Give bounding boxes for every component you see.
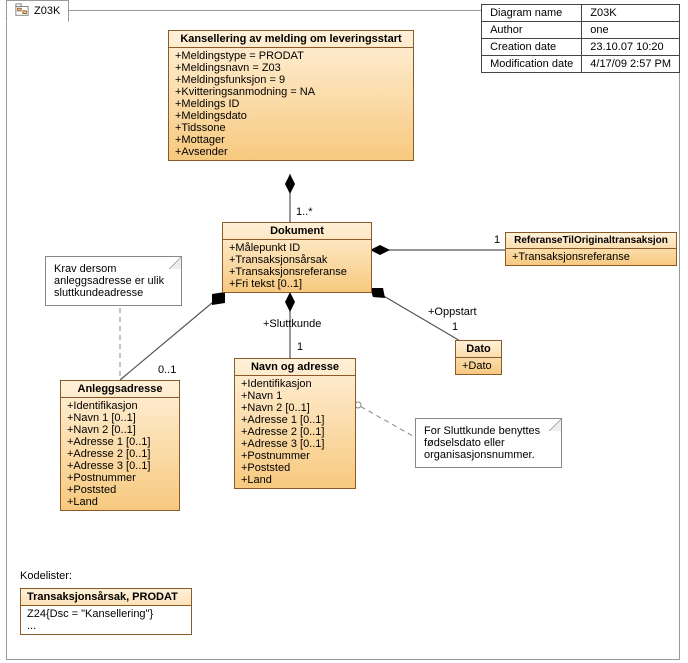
note-body: Krav dersom anleggsadresse er ulik slutt… xyxy=(46,257,181,305)
attr: +Navn 2 [0..1] xyxy=(67,424,173,436)
attr: +Fri tekst [0..1] xyxy=(229,278,365,290)
attr: +Adresse 3 [0..1] xyxy=(67,460,173,472)
meta-key: Creation date xyxy=(482,39,582,56)
attr: +Identifikasjon xyxy=(67,400,173,412)
meta-key: Modification date xyxy=(482,56,582,73)
note-fold-icon xyxy=(549,419,561,431)
diagram-tab: Z03K xyxy=(6,0,69,22)
attr: +Adresse 2 [0..1] xyxy=(241,426,349,438)
note-line: fødselsdato eller xyxy=(424,437,551,449)
attr: +Meldingsfunksjon = 9 xyxy=(175,74,407,86)
note-krav[interactable]: Krav dersom anleggsadresse er ulik slutt… xyxy=(45,256,182,306)
attr: +Adresse 1 [0..1] xyxy=(67,436,173,448)
class-title: Navn og adresse xyxy=(235,359,355,376)
kodelist-title: Transaksjonsårsak, PRODAT xyxy=(21,589,191,606)
class-title: ReferanseTilOriginaltransaksjon xyxy=(506,233,676,249)
attr: +Målepunkt ID xyxy=(229,242,365,254)
attr: +Transaksjonsreferanse xyxy=(512,251,670,263)
note-line: For Sluttkunde benyttes xyxy=(424,425,551,437)
multiplicity: 1 xyxy=(452,321,458,333)
attr: +Adresse 3 [0..1] xyxy=(241,438,349,450)
kodelister-label: Kodelister: xyxy=(20,570,72,582)
class-title: Dato xyxy=(456,341,501,358)
note-line: anleggsadresse er ulik xyxy=(54,275,171,287)
multiplicity: 1 xyxy=(297,341,303,353)
multiplicity: 1..* xyxy=(296,206,313,218)
class-referanse[interactable]: ReferanseTilOriginaltransaksjon +Transak… xyxy=(505,232,677,266)
attr: +Kvitteringsanmodning = NA xyxy=(175,86,407,98)
class-body: +Identifikasjon +Navn 1 [0..1] +Navn 2 [… xyxy=(61,398,179,510)
meta-key: Diagram name xyxy=(482,5,582,22)
note-line: sluttkundeadresse xyxy=(54,287,171,299)
class-navn-adresse[interactable]: Navn og adresse +Identifikasjon +Navn 1 … xyxy=(234,358,356,489)
class-title: Kansellering av melding om leveringsstar… xyxy=(169,31,413,48)
class-dato[interactable]: Dato +Dato xyxy=(455,340,502,375)
attr: +Mottager xyxy=(175,134,407,146)
attr: +Adresse 1 [0..1] xyxy=(241,414,349,426)
note-fold-icon xyxy=(169,257,181,269)
multiplicity: 1 xyxy=(494,234,500,246)
meta-val: Z03K xyxy=(582,5,680,22)
meta-val: 23.10.07 10:20 xyxy=(582,39,680,56)
role: +Sluttkunde xyxy=(263,318,321,330)
note-line: organisasjonsnummer. xyxy=(424,449,551,461)
kodelist-row: ... xyxy=(27,620,185,632)
attr: +Meldingsdato xyxy=(175,110,407,122)
attr: +Land xyxy=(241,474,349,486)
attr: +Transaksjonsreferanse xyxy=(229,266,365,278)
attr: +Postnummer xyxy=(67,472,173,484)
package-icon xyxy=(15,3,29,20)
attr: +Postnummer xyxy=(241,450,349,462)
metadata-table: Diagram nameZ03K Authorone Creation date… xyxy=(481,4,680,73)
role: +Oppstart xyxy=(428,306,477,318)
attr: +Navn 1 [0..1] xyxy=(67,412,173,424)
attr: +Navn 2 [0..1] xyxy=(241,402,349,414)
kodelist-box[interactable]: Transaksjonsårsak, PRODAT Z24{Dsc = "Kan… xyxy=(20,588,192,635)
class-body: +Målepunkt ID +Transaksjonsårsak +Transa… xyxy=(223,240,371,292)
class-title: Anleggsadresse xyxy=(61,381,179,398)
attr: +Avsender xyxy=(175,146,407,158)
class-title: Dokument xyxy=(223,223,371,240)
meta-val: 4/17/09 2:57 PM xyxy=(582,56,680,73)
note-body: For Sluttkunde benyttes fødselsdato elle… xyxy=(416,419,561,467)
note-line: Krav dersom xyxy=(54,263,171,275)
class-body: +Meldingstype = PRODAT +Meldingsnavn = Z… xyxy=(169,48,413,160)
attr: +Meldingstype = PRODAT xyxy=(175,50,407,62)
attr: +Poststed xyxy=(67,484,173,496)
kodelist-row: Z24{Dsc = "Kansellering"} xyxy=(27,608,185,620)
attr: +Adresse 2 [0..1] xyxy=(67,448,173,460)
attr: +Poststed xyxy=(241,462,349,474)
meta-key: Author xyxy=(482,22,582,39)
note-sluttkunde[interactable]: For Sluttkunde benyttes fødselsdato elle… xyxy=(415,418,562,468)
class-body: +Identifikasjon +Navn 1 +Navn 2 [0..1] +… xyxy=(235,376,355,488)
attr: +Dato xyxy=(462,360,495,372)
attr: +Meldings ID xyxy=(175,98,407,110)
attr: +Tidssone xyxy=(175,122,407,134)
kodelist-body: Z24{Dsc = "Kansellering"} ... xyxy=(21,606,191,634)
class-kansellering[interactable]: Kansellering av melding om leveringsstar… xyxy=(168,30,414,161)
meta-val: one xyxy=(582,22,680,39)
attr: +Identifikasjon xyxy=(241,378,349,390)
class-dokument[interactable]: Dokument +Målepunkt ID +Transaksjonsårsa… xyxy=(222,222,372,293)
attr: +Meldingsnavn = Z03 xyxy=(175,62,407,74)
attr: +Land xyxy=(67,496,173,508)
attr: +Navn 1 xyxy=(241,390,349,402)
class-anleggsadresse[interactable]: Anleggsadresse +Identifikasjon +Navn 1 [… xyxy=(60,380,180,511)
attr: +Transaksjonsårsak xyxy=(229,254,365,266)
class-body: +Dato xyxy=(456,358,501,374)
class-body: +Transaksjonsreferanse xyxy=(506,249,676,265)
diagram-tab-label: Z03K xyxy=(34,5,60,17)
multiplicity: 0..1 xyxy=(158,364,176,376)
